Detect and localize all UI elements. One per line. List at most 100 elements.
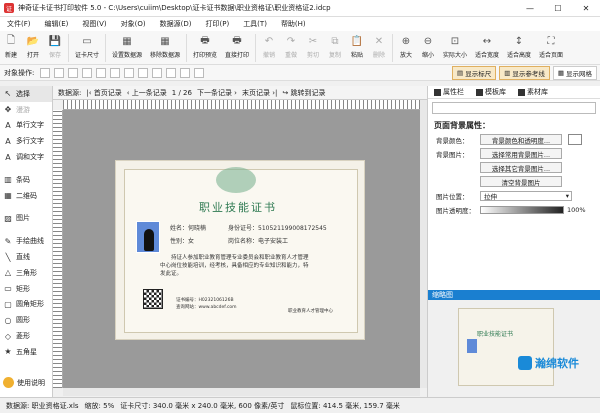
close-button[interactable]: ✕	[572, 0, 600, 16]
ungroup-icon[interactable]	[166, 67, 177, 78]
tool-single-text[interactable]: A 单行文字	[0, 118, 52, 134]
open-icon: 📂	[26, 36, 40, 47]
design-canvas[interactable]: 职业技能证书 姓名：何晓楠 身份证号：510521199008172545 性别…	[63, 110, 420, 388]
pan-icon: ✥	[4, 105, 12, 115]
tool-star[interactable]: ★ 五角星	[0, 344, 52, 360]
tool-barcode[interactable]: ▥ 条码	[0, 172, 52, 188]
tool-blend-text[interactable]: A 调和文字	[0, 149, 52, 165]
status-zoom: 缩放: 5%	[84, 401, 115, 410]
portrait-photo[interactable]	[136, 221, 160, 253]
show-guides-button[interactable]: ▥ 显示参考线	[499, 66, 550, 80]
undo-button[interactable]: ↶ 撤销	[258, 31, 280, 65]
vertical-scrollbar[interactable]	[420, 100, 427, 388]
paste-button[interactable]: 📋 粘贴	[346, 31, 368, 65]
bg-color-swatch[interactable]	[568, 134, 582, 145]
card-size-button[interactable]: ▭ 证卡尺寸	[71, 31, 103, 65]
print-preview-button[interactable]: 🖶 打印预览	[189, 31, 221, 65]
copy-button[interactable]: ⧉ 复制	[324, 31, 346, 65]
opacity-label: 图片透明度：	[436, 206, 475, 215]
redo-button[interactable]: ↷ 重做	[280, 31, 302, 65]
bring-front-icon[interactable]	[124, 67, 135, 78]
send-back-icon[interactable]	[138, 67, 149, 78]
align-bottom-icon[interactable]	[110, 67, 121, 78]
menu-object[interactable]: 对象(O)	[114, 19, 153, 29]
print-preview-icon: 🖶	[200, 35, 210, 46]
align-top-icon[interactable]	[82, 67, 93, 78]
object-select[interactable]	[432, 102, 596, 114]
certificate[interactable]: 职业技能证书 姓名：何晓楠 身份证号：510521199008172545 性别…	[115, 160, 365, 340]
thumbnail-view[interactable]: 职业技能证书 瀚绵软件	[428, 300, 600, 397]
tool-rounded-rect[interactable]: ▢ 圆角矩形	[0, 297, 52, 313]
tool-select[interactable]: ↖ 选择	[0, 86, 52, 102]
menu-print[interactable]: 打印(P)	[199, 19, 237, 29]
menu-edit[interactable]: 编辑(E)	[38, 19, 76, 29]
tool-triangle[interactable]: △ 三角形	[0, 265, 52, 281]
tools-panel: ↖ 选择 ✥ 漫游 A 单行文字 A 多行文字 A 调和文字 ▥ 条码 ▦ 二维码 ▨ 图片 ✎…	[0, 86, 53, 397]
maximize-button[interactable]: ☐	[544, 0, 572, 16]
tab-materials[interactable]: 素材库	[512, 87, 554, 97]
menu-file[interactable]: 文件(F)	[0, 19, 38, 29]
fit-width-button[interactable]: ↔ 适合宽度	[471, 31, 503, 65]
save-button[interactable]: 💾 保存	[44, 31, 66, 65]
show-ruler-button[interactable]: ▤ 显示标尺	[452, 66, 497, 80]
align-left-icon[interactable]	[40, 67, 51, 78]
group-icon[interactable]	[152, 67, 163, 78]
menu-datasource[interactable]: 数据源(D)	[153, 19, 199, 29]
align-center-icon[interactable]	[54, 67, 65, 78]
jump-record-button[interactable]: ↪ 跳转到记录	[282, 88, 325, 98]
fit-page-button[interactable]: ⛶ 适合页面	[535, 31, 567, 65]
tool-line[interactable]: ╲ 直线	[0, 249, 52, 265]
first-record-button[interactable]: |‹ 首页记录	[86, 88, 121, 98]
zoom-in-icon: ⊕	[401, 36, 411, 47]
zoom-out-icon: ⊖	[423, 36, 433, 47]
menu-help[interactable]: 帮助(H)	[274, 19, 313, 29]
delete-button[interactable]: ✕ 删除	[368, 31, 390, 65]
templates-icon	[476, 88, 483, 96]
print-button[interactable]: 🖶 直接打印	[221, 31, 253, 65]
opacity-slider[interactable]	[480, 205, 564, 214]
tool-pan[interactable]: ✥ 漫游	[0, 102, 52, 118]
fit-height-button[interactable]: ↕ 适合高度	[503, 31, 535, 65]
tool-image[interactable]: ▨ 图片	[0, 211, 52, 227]
open-button[interactable]: 📂 打开	[22, 31, 44, 65]
minimize-button[interactable]: —	[516, 0, 544, 16]
new-button[interactable]: 🗋 新建	[0, 31, 22, 65]
actual-size-button[interactable]: ⊡ 实际大小	[439, 31, 471, 65]
cut-button[interactable]: ✂ 剪切	[302, 31, 324, 65]
next-record-button[interactable]: 下一条记录 ›	[197, 88, 237, 98]
set-datasource-icon: ▦	[122, 36, 132, 47]
tool-qrcode[interactable]: ▦ 二维码	[0, 188, 52, 204]
zoom-in-button[interactable]: ⊕ 放大	[395, 31, 417, 65]
tool-circle[interactable]: ○ 圆形	[0, 312, 52, 328]
other-bg-button[interactable]: 选择其它背景图片...	[480, 162, 562, 173]
tab-templates[interactable]: 模板库	[470, 87, 512, 97]
set-datasource-button[interactable]: ▦ 设置数据源	[108, 31, 146, 65]
bg-color-button[interactable]: 背景颜色和透明度...	[480, 134, 562, 145]
align-middle-icon[interactable]	[96, 67, 107, 78]
menu-view[interactable]: 视图(V)	[75, 19, 113, 29]
tool-diamond[interactable]: ◇ 菱形	[0, 328, 52, 344]
triangle-icon: △	[4, 268, 12, 278]
rectangle-icon: ▭	[4, 284, 12, 294]
clear-bg-button[interactable]: 清空背景图片	[480, 176, 562, 187]
help-button[interactable]: 使用说明	[3, 377, 45, 388]
tab-properties[interactable]: 属性栏	[428, 87, 470, 97]
image-pos-select[interactable]: 拉伸 ▾	[480, 190, 572, 201]
lock-icon[interactable]	[180, 67, 191, 78]
show-grid-button[interactable]: ▦ 显示网格	[552, 66, 597, 80]
last-record-button[interactable]: 末页记录 ›|	[242, 88, 277, 98]
tool-freehand[interactable]: ✎ 手绘曲线	[0, 233, 52, 249]
tool-rectangle[interactable]: ▭ 矩形	[0, 281, 52, 297]
tool-multi-text[interactable]: A 多行文字	[0, 133, 52, 149]
horizontal-scrollbar[interactable]	[63, 388, 420, 396]
menu-tools[interactable]: 工具(T)	[236, 19, 274, 29]
common-bg-button[interactable]: 选择常用背景图片...	[480, 148, 562, 159]
zoom-out-button[interactable]: ⊖ 缩小	[417, 31, 439, 65]
remove-datasource-button[interactable]: ▦ 移除数据源	[146, 31, 184, 65]
qrcode[interactable]	[143, 289, 163, 309]
unlock-icon[interactable]	[194, 67, 205, 78]
delete-icon: ✕	[374, 36, 384, 47]
align-right-icon[interactable]	[68, 67, 79, 78]
prev-record-button[interactable]: ‹ 上一条记录	[127, 88, 167, 98]
object-toolbar: 对象操作: ▤ 显示标尺 ▥ 显示参考线 ▦ 显示网格	[0, 65, 600, 81]
